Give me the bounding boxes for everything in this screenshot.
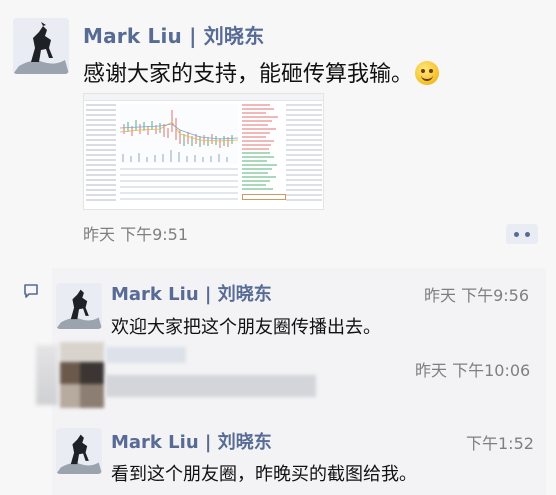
avatar[interactable] — [56, 283, 102, 329]
smile-emoji-icon — [415, 61, 440, 85]
comment-icon — [23, 284, 39, 298]
post-time: 昨天 下午9:51 — [83, 225, 189, 244]
avatar[interactable] — [13, 18, 69, 74]
comment-time: 昨天 下午10:06 — [415, 361, 531, 380]
avatar[interactable] — [56, 428, 102, 474]
comment-author[interactable]: Mark Liu | 刘晓东 — [111, 280, 272, 306]
comment-author[interactable]: Mark Liu | 刘晓东 — [111, 428, 272, 454]
post-author[interactable]: Mark Liu | 刘晓东 — [83, 20, 264, 49]
blurred-region — [36, 345, 58, 405]
comment-time: 下午1:52 — [466, 434, 534, 453]
blurred-text — [106, 345, 316, 405]
comment-text: 看到这个朋友圈，昨晚买的截图给我。 — [111, 464, 417, 485]
post-text: 感谢大家的支持，能砸传算我输。 — [83, 56, 440, 88]
moments-post: Mark Liu | 刘晓东 感谢大家的支持，能砸传算我输。 昨天 下午9:51 — [0, 0, 556, 262]
candlestick-chart — [120, 104, 238, 164]
more-actions-button[interactable] — [506, 224, 538, 244]
comment-time: 昨天 下午9:56 — [424, 286, 530, 305]
blurred-avatar — [60, 342, 104, 408]
comment-text: 欢迎大家把这个朋友圈传播出去。 — [111, 317, 381, 338]
post-image[interactable] — [83, 93, 324, 210]
